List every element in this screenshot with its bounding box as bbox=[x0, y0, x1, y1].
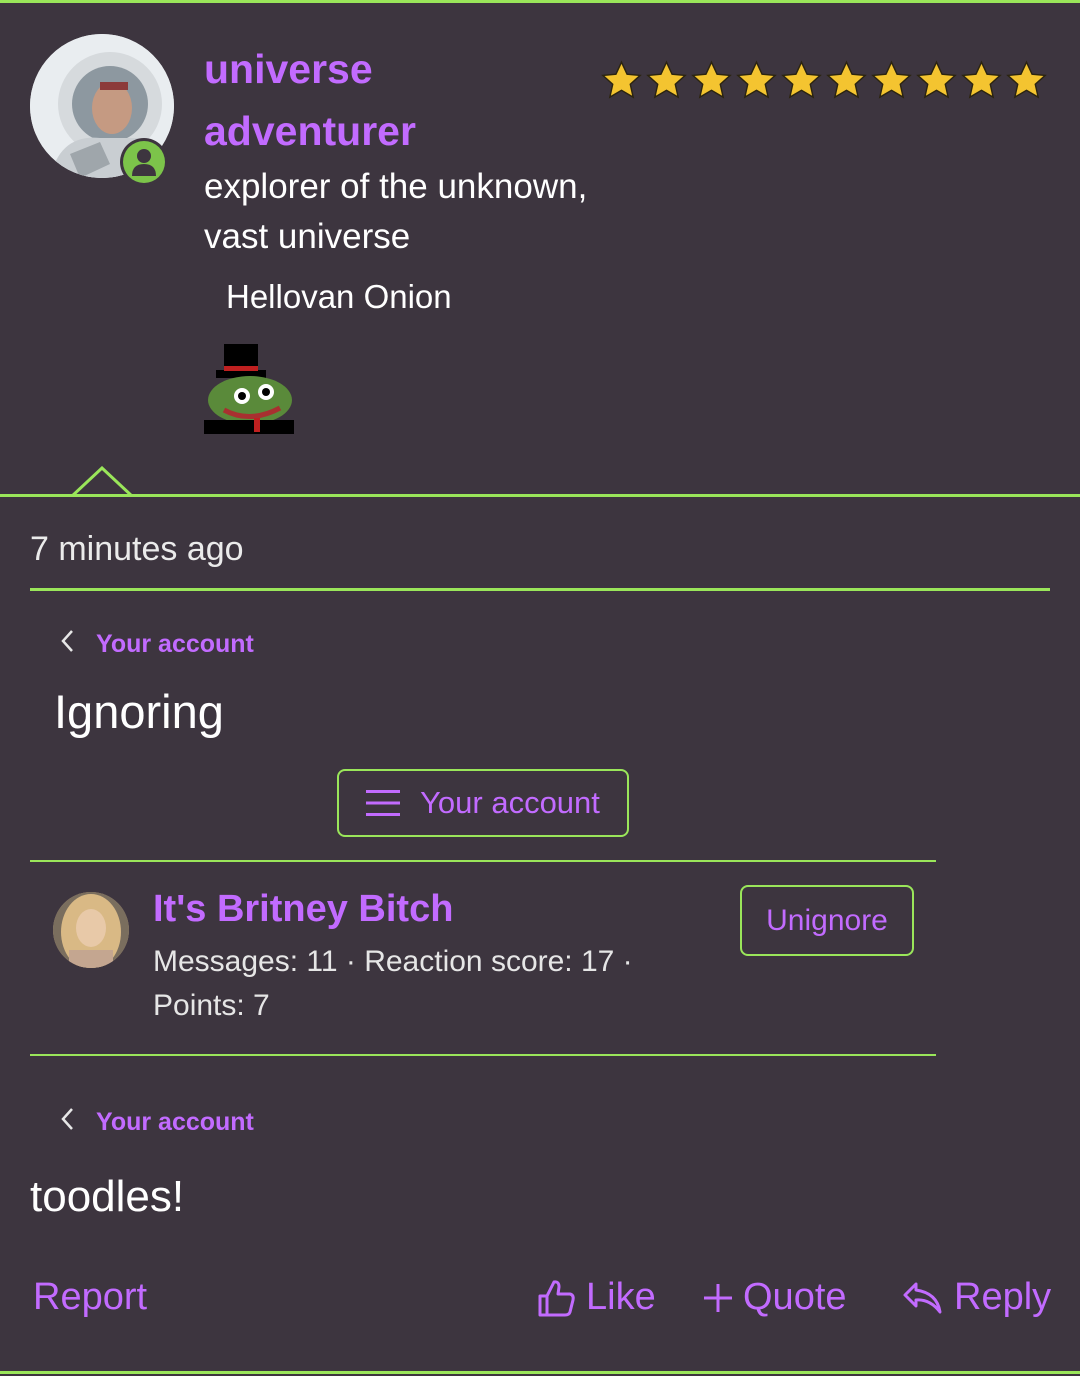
post-timestamp[interactable]: 7 minutes ago bbox=[30, 530, 244, 569]
unignore-button[interactable]: Unignore bbox=[740, 885, 914, 956]
chevron-left-icon bbox=[60, 1106, 74, 1138]
reply-label: Reply bbox=[954, 1276, 1052, 1318]
plus-icon bbox=[704, 1283, 732, 1312]
user-title: explorer of the unknown, vast universe bbox=[204, 167, 588, 256]
star-icon bbox=[961, 60, 1002, 99]
quote-label: Quote bbox=[743, 1276, 847, 1318]
like-button[interactable]: Like bbox=[536, 1276, 656, 1319]
menu-icon bbox=[366, 790, 401, 816]
star-icon bbox=[646, 60, 687, 99]
breadcrumb-secondary[interactable]: Your account bbox=[60, 1106, 254, 1138]
online-status-badge bbox=[120, 138, 168, 186]
star-icon bbox=[736, 60, 777, 99]
reply-icon bbox=[903, 1282, 942, 1313]
star-icon bbox=[871, 60, 912, 99]
username[interactable]: universe adventurer bbox=[204, 38, 564, 162]
bottom-divider bbox=[0, 1371, 1080, 1374]
account-menu-label: Your account bbox=[420, 785, 600, 820]
timestamp-divider bbox=[30, 588, 1050, 591]
breadcrumb-link[interactable]: Your account bbox=[96, 630, 254, 659]
breadcrumb-link[interactable]: Your account bbox=[96, 1108, 254, 1137]
star-icon bbox=[601, 60, 642, 99]
thumbs-up-icon bbox=[538, 1279, 575, 1316]
list-divider-top bbox=[30, 860, 936, 862]
member-stats: Messages: 11 · Reaction score: 17 · Poin… bbox=[153, 945, 633, 1022]
post-body: toodles! bbox=[30, 1172, 185, 1221]
star-icon bbox=[691, 60, 732, 99]
star-icon bbox=[916, 60, 957, 99]
page-title: Ignoring bbox=[54, 685, 224, 738]
reply-button[interactable]: Reply bbox=[902, 1276, 1051, 1319]
star-icon bbox=[826, 60, 867, 99]
top-divider bbox=[0, 0, 1080, 3]
report-link[interactable]: Report bbox=[33, 1276, 147, 1319]
user-banner: Hellovan Onion bbox=[226, 278, 452, 315]
user-rating-stars bbox=[600, 58, 1048, 104]
star-icon bbox=[781, 60, 822, 99]
online-status-icon bbox=[132, 149, 156, 176]
report-label: Report bbox=[33, 1276, 148, 1318]
user-avatar-container[interactable] bbox=[30, 34, 174, 186]
star-icon bbox=[1006, 60, 1047, 99]
member-name[interactable]: It's Britney Bitch bbox=[153, 888, 453, 931]
chevron-left-icon bbox=[60, 628, 74, 660]
member-avatar[interactable] bbox=[53, 892, 129, 968]
quote-button[interactable]: Quote bbox=[703, 1276, 847, 1319]
account-menu-button[interactable]: Your account bbox=[337, 769, 629, 837]
list-divider-bottom bbox=[30, 1054, 936, 1056]
breadcrumb[interactable]: Your account bbox=[60, 628, 254, 660]
post-divider bbox=[0, 494, 1080, 497]
like-label: Like bbox=[586, 1276, 656, 1318]
user-badge-image bbox=[204, 344, 294, 434]
